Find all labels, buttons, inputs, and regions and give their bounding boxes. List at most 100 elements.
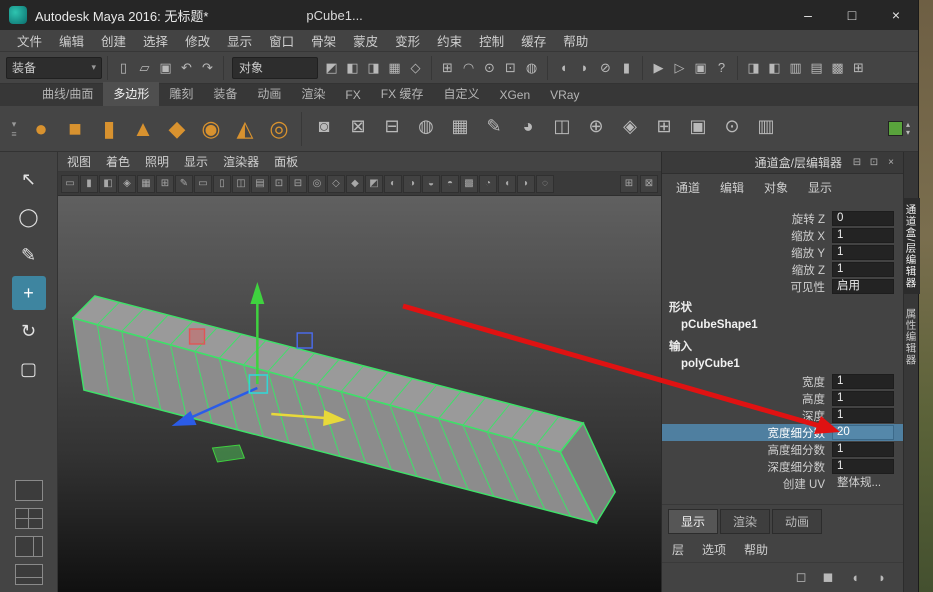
object-menu[interactable]: 对象 [764, 179, 788, 196]
shaded-icon[interactable]: ◆ [346, 174, 364, 193]
combine-icon[interactable]: ⊠ [341, 110, 375, 144]
shelf-tab-fx-caching[interactable]: FX 缓存 [371, 82, 434, 106]
viewport-menu-item[interactable]: 视图 [67, 153, 91, 170]
tool-settings-toggle-icon[interactable]: ◧ [764, 57, 785, 78]
ssao-icon[interactable]: ◒ [422, 174, 440, 193]
shelf-tab-custom[interactable]: 自定义 [433, 82, 489, 106]
select-camera-icon[interactable]: ▭ [61, 174, 79, 193]
viewport-menu-item[interactable]: 显示 [184, 153, 208, 170]
frame-all-icon[interactable]: ◎ [308, 174, 326, 193]
menu-item[interactable]: 变形 [395, 31, 420, 50]
value-field[interactable]: 1 [832, 374, 894, 389]
shelf-menu-icon[interactable]: ▾ ≡ [4, 119, 24, 139]
open-scene-icon[interactable]: ▱ [134, 57, 155, 78]
isolate-select-icon[interactable]: ◖ [498, 174, 516, 193]
select-component-icon[interactable]: ◨ [363, 57, 384, 78]
modeling-toolkit-toggle-icon[interactable]: ▤ [806, 57, 827, 78]
menu-item[interactable]: 骨架 [311, 31, 336, 50]
shadows-icon[interactable]: ◑ [403, 174, 421, 193]
outliner-toggle-icon[interactable]: ▩ [827, 57, 848, 78]
polygon-sphere-icon[interactable]: ● [24, 111, 58, 147]
layer-up-icon[interactable]: ◖ [846, 568, 864, 586]
shelf-tab-sculpting[interactable]: 雕刻 [159, 82, 203, 106]
grid-mesh-icon[interactable]: ▦ [443, 110, 477, 144]
render-icon[interactable]: ▶ [648, 57, 669, 78]
sidebar-tab-channel-box[interactable]: 通道盒/层编辑器 [902, 198, 920, 295]
save-scene-icon[interactable]: ▣ [155, 57, 176, 78]
quad-draw-icon[interactable]: ▣ [681, 110, 715, 144]
collapse-panel-icon[interactable]: ⊟ [850, 156, 864, 170]
shelf-tab-xgen[interactable]: XGen [489, 85, 540, 106]
select-handles-icon[interactable]: ◇ [405, 57, 426, 78]
value-field[interactable]: 1 [832, 459, 894, 474]
scale-tool-icon[interactable]: ▢ [12, 352, 46, 386]
make-live-icon[interactable]: ◍ [521, 57, 542, 78]
polygon-cone-icon[interactable]: ▲ [126, 111, 160, 147]
selection-mask-dropdown[interactable]: 对象 [232, 56, 318, 79]
value-field[interactable]: 1 [832, 442, 894, 457]
input-connections-icon[interactable]: ◖ [553, 57, 574, 78]
layer-tab-anim[interactable]: 动画 [772, 509, 823, 534]
rotate-tool-icon[interactable]: ↻ [12, 314, 46, 348]
close-panel-icon[interactable]: × [884, 156, 898, 170]
select-all-mask-icon[interactable]: ▦ [384, 57, 405, 78]
xy-plane-handle[interactable] [188, 328, 206, 345]
value-field[interactable]: 启用 [832, 279, 894, 294]
menu-item[interactable]: 蒙皮 [353, 31, 378, 50]
enum-value[interactable]: 整体规... [832, 476, 894, 491]
snap-curve-icon[interactable]: ◠ [458, 57, 479, 78]
menu-item[interactable]: 编辑 [59, 31, 84, 50]
image-plane-icon[interactable]: ▦ [137, 174, 155, 193]
render-settings-icon[interactable]: ▣ [690, 57, 711, 78]
depth-of-field-icon[interactable]: ◔ [479, 174, 497, 193]
menu-item[interactable]: 缓存 [521, 31, 546, 50]
channel-box-toggle-icon[interactable]: ▥ [785, 57, 806, 78]
edit-menu[interactable]: 编辑 [720, 179, 744, 196]
help-menu[interactable]: 帮助 [744, 541, 768, 558]
boolean-union-icon[interactable]: ◙ [307, 110, 341, 144]
value-field[interactable]: 1 [832, 408, 894, 423]
layer-tab-render[interactable]: 渲染 [720, 509, 771, 534]
safe-title-icon[interactable]: ⊟ [289, 174, 307, 193]
layout-persp-outliner-button[interactable] [14, 536, 43, 557]
insert-edge-loop-icon[interactable]: ▥ [749, 110, 783, 144]
attribute-editor-toggle-icon[interactable]: ◨ [743, 57, 764, 78]
separate-icon[interactable]: ⊟ [375, 110, 409, 144]
minimize-button[interactable]: – [786, 0, 830, 30]
color-swatch[interactable] [887, 121, 903, 136]
show-menu[interactable]: 显示 [808, 179, 832, 196]
multi-cut-icon[interactable]: ✎ [477, 110, 511, 144]
shelf-tab-rigging[interactable]: 装备 [203, 82, 247, 106]
construction-history-icon[interactable]: ⊘ [595, 57, 616, 78]
bevel-icon[interactable]: ◈ [613, 110, 647, 144]
select-tool-icon[interactable]: ↖ [12, 162, 46, 196]
value-field-highlighted[interactable]: 20 [832, 425, 894, 440]
menu-item[interactable]: 控制 [479, 31, 504, 50]
help-line-icon[interactable]: ? [711, 57, 732, 78]
layers-menu[interactable]: 层 [672, 541, 684, 558]
extrude-icon[interactable]: ⊕ [579, 110, 613, 144]
shelf-tab-animation[interactable]: 动画 [247, 82, 291, 106]
paint-select-tool-icon[interactable]: ✎ [12, 238, 46, 272]
value-field[interactable]: 1 [832, 228, 894, 243]
shelf-tab-fx[interactable]: FX [335, 85, 370, 106]
viewport-menu-item[interactable]: 着色 [106, 153, 130, 170]
pane-maximize-icon[interactable]: ⊞ [620, 174, 638, 193]
bookmark-icon[interactable]: ◈ [118, 174, 136, 193]
smooth-icon[interactable]: ◍ [409, 110, 443, 144]
new-empty-layer-icon[interactable]: ◻ [792, 568, 810, 586]
channels-menu[interactable]: 通道 [676, 179, 700, 196]
motion-blur-icon[interactable]: ◓ [441, 174, 459, 193]
move-tool-icon[interactable]: + [11, 276, 46, 310]
shelf-scroll-arrows-icon[interactable]: ▴ ▾ [906, 120, 910, 137]
shelf-tab-polygons[interactable]: 多边形 [103, 82, 160, 106]
maximize-button[interactable]: □ [830, 0, 874, 30]
shelf-tab-curves[interactable]: 曲线/曲面 [32, 82, 103, 106]
menu-item[interactable]: 选择 [143, 31, 168, 50]
use-all-lights-icon[interactable]: ◐ [384, 174, 402, 193]
new-scene-icon[interactable]: ▯ [113, 57, 134, 78]
layout-persp-graph-button[interactable] [14, 564, 43, 585]
menu-item[interactable]: 显示 [227, 31, 252, 50]
value-field[interactable]: 1 [832, 262, 894, 277]
lock-camera-icon[interactable]: ▮ [80, 174, 98, 193]
